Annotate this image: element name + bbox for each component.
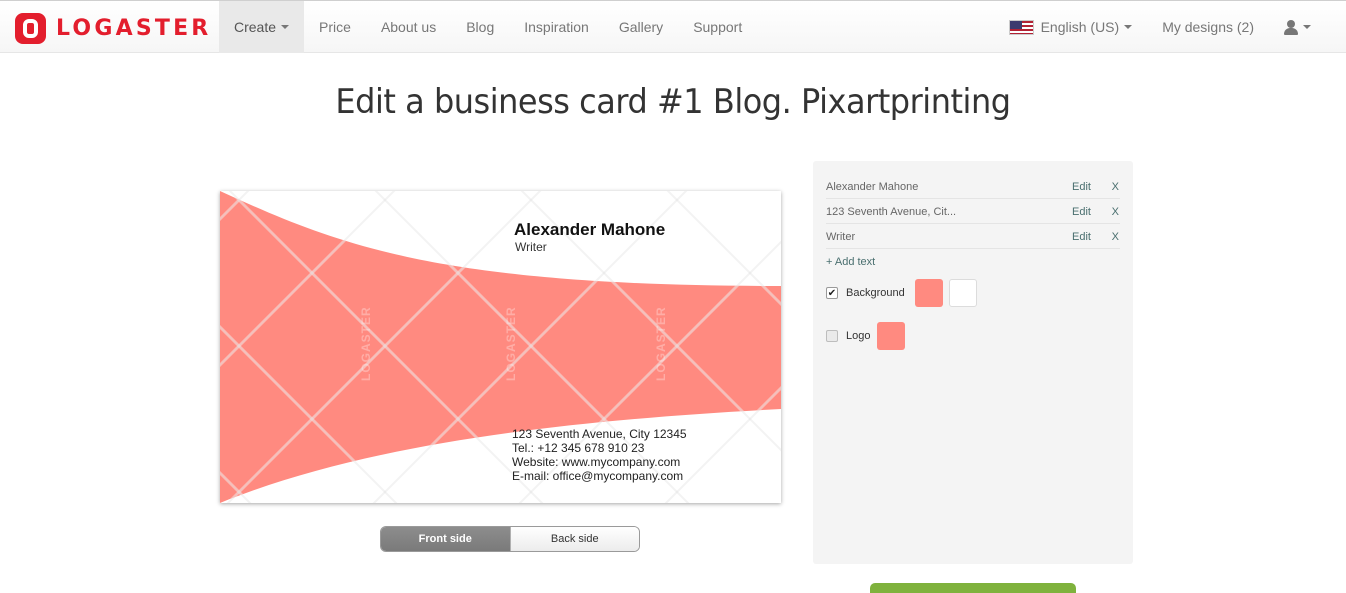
- watermark-text: LOGASTER: [504, 306, 518, 381]
- text-row: Alexander Mahone Edit X: [826, 174, 1120, 199]
- language-selector[interactable]: English (US): [994, 1, 1148, 53]
- nav-price[interactable]: Price: [304, 1, 366, 53]
- edit-panel: Alexander Mahone Edit X 123 Seventh Aven…: [813, 161, 1133, 564]
- background-checkbox[interactable]: ✔: [826, 287, 838, 299]
- text-row-label: Writer: [826, 231, 856, 243]
- card-email: E-mail: office@mycompany.com: [512, 469, 684, 483]
- nav-gallery[interactable]: Gallery: [604, 1, 678, 53]
- card-name: Alexander Mahone: [514, 220, 666, 239]
- main-nav: Create Price About us Blog Inspiration G…: [219, 1, 757, 53]
- card-website: Website: www.mycompany.com: [512, 455, 681, 469]
- my-designs-link[interactable]: My designs (2): [1147, 1, 1269, 53]
- card-job-title: Writer: [515, 240, 547, 254]
- edit-text-button[interactable]: Edit: [1072, 231, 1091, 243]
- nav-create[interactable]: Create: [219, 1, 305, 53]
- nav-right: English (US) My designs (2): [994, 1, 1326, 53]
- business-card-preview[interactable]: LOGASTER LOGASTER LOGASTER Alexander Mahon…: [220, 191, 781, 503]
- save-button[interactable]: [870, 583, 1076, 593]
- language-label: English (US): [1040, 19, 1120, 35]
- nav-about-us[interactable]: About us: [366, 1, 451, 53]
- delete-text-button[interactable]: X: [1112, 206, 1119, 218]
- user-icon: [1284, 19, 1298, 35]
- logo-label: Logo: [846, 330, 871, 342]
- navbar: LOGASTER Create Price About us Blog Insp…: [0, 0, 1346, 53]
- card-background: LOGASTER LOGASTER LOGASTER: [220, 191, 781, 503]
- user-menu[interactable]: [1269, 1, 1326, 53]
- card-side-toggle: Front side Back side: [380, 526, 640, 552]
- nav-inspiration[interactable]: Inspiration: [509, 1, 604, 53]
- card-address: 123 Seventh Avenue, City 12345: [512, 427, 687, 441]
- edit-text-button[interactable]: Edit: [1072, 181, 1091, 193]
- add-text-link[interactable]: + Add text: [826, 256, 875, 268]
- back-side-button[interactable]: Back side: [509, 527, 639, 551]
- card-accent-band: [220, 191, 781, 503]
- us-flag-icon: [1008, 19, 1034, 35]
- caret-down-icon: [1124, 25, 1133, 29]
- nav-blog[interactable]: Blog: [451, 1, 509, 53]
- edit-text-button[interactable]: Edit: [1072, 206, 1091, 218]
- watermark-text: LOGASTER: [654, 306, 668, 381]
- card-phone: Tel.: +12 345 678 910 23: [512, 441, 645, 455]
- card-contact-block: 123 Seventh Avenue, City 12345 Tel.: +12…: [512, 427, 687, 483]
- delete-text-button[interactable]: X: [1112, 181, 1119, 193]
- text-row-label: 123 Seventh Avenue, Cit...: [826, 206, 957, 218]
- logaster-logo-icon: [15, 12, 46, 44]
- caret-down-icon: [281, 25, 290, 29]
- background-color-swatch-secondary[interactable]: [948, 279, 977, 307]
- text-row: Writer Edit X: [826, 224, 1120, 249]
- caret-down-icon: [1303, 25, 1311, 29]
- logo-color-swatch[interactable]: [877, 322, 906, 350]
- text-row: 123 Seventh Avenue, Cit... Edit X: [826, 199, 1120, 224]
- nav-create-label: Create: [234, 19, 277, 35]
- brand-logo[interactable]: LOGASTER: [15, 12, 212, 44]
- watermark-text: LOGASTER: [359, 306, 373, 381]
- background-color-swatch-primary[interactable]: [914, 279, 943, 307]
- brand-name: LOGASTER: [56, 15, 212, 41]
- page-title: Edit a business card #1 Blog. Pixartprin…: [335, 82, 1011, 122]
- text-row-label: Alexander Mahone: [826, 181, 919, 193]
- front-side-button[interactable]: Front side: [381, 527, 510, 551]
- logo-checkbox[interactable]: [826, 330, 838, 342]
- background-label: Background: [846, 287, 905, 299]
- delete-text-button[interactable]: X: [1112, 231, 1119, 243]
- nav-support[interactable]: Support: [678, 1, 757, 53]
- background-option: ✔ Background: [826, 279, 977, 307]
- logo-option: Logo: [826, 322, 906, 350]
